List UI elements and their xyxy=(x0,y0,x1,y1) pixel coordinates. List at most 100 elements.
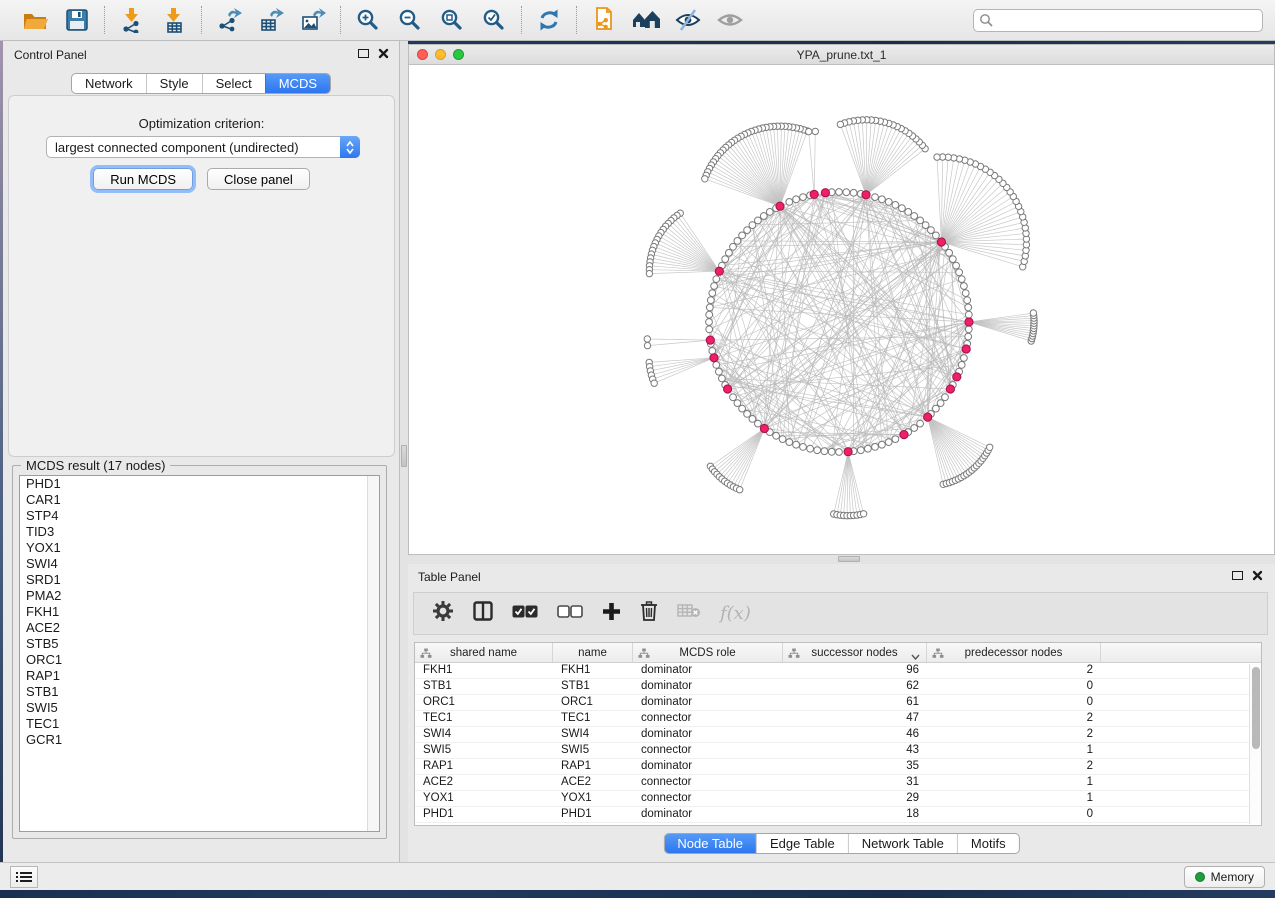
deselect-all-button[interactable] xyxy=(557,605,583,623)
tab-network[interactable]: Network xyxy=(72,74,146,93)
float-panel-icon[interactable] xyxy=(1232,571,1243,580)
save-floppy-icon xyxy=(64,7,90,33)
horizontal-splitter[interactable] xyxy=(408,555,1275,564)
column-header-predecessor-nodes[interactable]: predecessor nodes xyxy=(927,643,1101,662)
zoom-selected-button[interactable] xyxy=(480,6,508,34)
run-mcds-button[interactable]: Run MCDS xyxy=(93,168,193,190)
cell-successor-nodes: 18 xyxy=(783,807,927,822)
table-row[interactable]: PHD1PHD1dominator180 xyxy=(415,807,1261,823)
splitter-handle[interactable] xyxy=(401,445,407,467)
table-row[interactable]: SWI4SWI4dominator462 xyxy=(415,727,1261,743)
table-row[interactable]: ORC1ORC1dominator610 xyxy=(415,695,1261,711)
show-column-button[interactable] xyxy=(473,601,493,626)
table-row[interactable]: ACE2ACE2connector311 xyxy=(415,775,1261,791)
close-panel-icon[interactable] xyxy=(1252,570,1263,581)
column-header-successor-nodes[interactable]: successor nodes xyxy=(783,643,927,662)
mcds-result-item[interactable]: STB1 xyxy=(20,684,379,700)
home-networks-button[interactable] xyxy=(632,6,660,34)
cell-predecessor-nodes: 2 xyxy=(927,759,1101,774)
shared-column-icon xyxy=(788,648,800,662)
tab-node-table[interactable]: Node Table xyxy=(664,834,756,853)
tab-style[interactable]: Style xyxy=(146,74,202,93)
task-history-button[interactable] xyxy=(10,866,38,888)
tab-motifs[interactable]: Motifs xyxy=(957,834,1019,853)
table-row[interactable]: SWI5SWI5connector431 xyxy=(415,743,1261,759)
mcds-result-item[interactable]: CAR1 xyxy=(20,492,379,508)
close-panel-icon[interactable] xyxy=(378,48,389,59)
memory-button[interactable]: Memory xyxy=(1184,866,1265,888)
vertical-splitter[interactable] xyxy=(400,41,408,862)
add-column-button[interactable] xyxy=(602,602,621,626)
zoom-out-button[interactable] xyxy=(396,6,424,34)
hide-selected-button[interactable] xyxy=(674,6,702,34)
mcds-result-item[interactable]: YOX1 xyxy=(20,540,379,556)
mcds-result-item[interactable]: TEC1 xyxy=(20,716,379,732)
zoom-fit-button[interactable] xyxy=(438,6,466,34)
show-hidden-button[interactable] xyxy=(716,6,744,34)
cell-name: SWI5 xyxy=(553,743,633,758)
mcds-result-item[interactable]: FKH1 xyxy=(20,604,379,620)
mcds-result-item[interactable]: PMA2 xyxy=(20,588,379,604)
cell-shared-name: ACE2 xyxy=(415,775,553,790)
table-row[interactable]: FKH1FKH1dominator962 xyxy=(415,663,1261,679)
refresh-layout-button[interactable] xyxy=(535,6,563,34)
mcds-result-item[interactable]: RAP1 xyxy=(20,668,379,684)
search-input[interactable] xyxy=(973,9,1263,32)
columns-icon xyxy=(473,601,493,621)
open-file-button[interactable] xyxy=(21,6,49,34)
tab-select[interactable]: Select xyxy=(202,74,265,93)
save-session-button[interactable] xyxy=(63,6,91,34)
export-image-button[interactable] xyxy=(299,6,327,34)
table-scrollbar[interactable] xyxy=(1249,664,1261,824)
mcds-result-item[interactable]: SRD1 xyxy=(20,572,379,588)
column-header-mcds-role[interactable]: MCDS role xyxy=(633,643,783,662)
network-window: YPA_prune.txt_1 xyxy=(408,44,1275,555)
table-settings-button[interactable] xyxy=(432,600,454,627)
mcds-result-item[interactable]: SWI4 xyxy=(20,556,379,572)
zoom-in-button[interactable] xyxy=(354,6,382,34)
tab-network-table[interactable]: Network Table xyxy=(848,834,957,853)
zoom-fit-icon xyxy=(439,7,465,33)
network-canvas[interactable] xyxy=(409,65,1274,554)
table-row[interactable]: RAP1RAP1dominator352 xyxy=(415,759,1261,775)
cell-successor-nodes: 61 xyxy=(783,695,927,710)
table-panel-tabbar: Node TableEdge TableNetwork TableMotifs xyxy=(663,833,1019,854)
column-header-shared-name[interactable]: shared name xyxy=(415,643,553,662)
mcds-result-item[interactable]: ORC1 xyxy=(20,652,379,668)
column-label: MCDS role xyxy=(679,647,735,659)
column-label: name xyxy=(578,647,607,659)
mcds-result-item[interactable]: PHD1 xyxy=(20,476,379,492)
float-panel-icon[interactable] xyxy=(358,49,369,58)
network-window-titlebar[interactable]: YPA_prune.txt_1 xyxy=(409,45,1274,65)
cell-predecessor-nodes: 0 xyxy=(927,695,1101,710)
table-scrollbar-thumb[interactable] xyxy=(1252,667,1260,749)
table-row[interactable]: STB1STB1dominator620 xyxy=(415,679,1261,695)
splitter-handle[interactable] xyxy=(838,556,860,562)
clone-network-button[interactable] xyxy=(590,6,618,34)
mcds-result-item[interactable]: GCR1 xyxy=(20,732,379,748)
mcds-result-item[interactable]: STP4 xyxy=(20,508,379,524)
tab-edge-table[interactable]: Edge Table xyxy=(756,834,848,853)
mcds-result-item[interactable]: STB5 xyxy=(20,636,379,652)
mcds-result-item[interactable]: SWI5 xyxy=(20,700,379,716)
import-table-button[interactable] xyxy=(160,6,188,34)
checked-boxes-icon xyxy=(512,605,538,618)
export-table-button[interactable] xyxy=(257,6,285,34)
import-network-button[interactable] xyxy=(118,6,146,34)
plus-icon xyxy=(602,602,621,621)
close-panel-button[interactable]: Close panel xyxy=(207,168,310,190)
cell-successor-nodes: 29 xyxy=(783,791,927,806)
select-all-button[interactable] xyxy=(512,605,538,623)
column-header-name[interactable]: name xyxy=(553,643,633,662)
tab-mcds[interactable]: MCDS xyxy=(265,74,330,93)
mcds-result-item[interactable]: ACE2 xyxy=(20,620,379,636)
cell-successor-nodes: 35 xyxy=(783,759,927,774)
mcds-list-scrollbar[interactable] xyxy=(367,476,379,831)
mcds-result-item[interactable]: TID3 xyxy=(20,524,379,540)
optimization-criterion-select[interactable]: largest connected component (undirected) xyxy=(46,136,360,158)
table-row[interactable]: YOX1YOX1connector291 xyxy=(415,791,1261,807)
zoom-in-icon xyxy=(355,7,381,33)
table-row[interactable]: TEC1TEC1connector472 xyxy=(415,711,1261,727)
export-network-button[interactable] xyxy=(215,6,243,34)
delete-column-button[interactable] xyxy=(640,601,658,626)
